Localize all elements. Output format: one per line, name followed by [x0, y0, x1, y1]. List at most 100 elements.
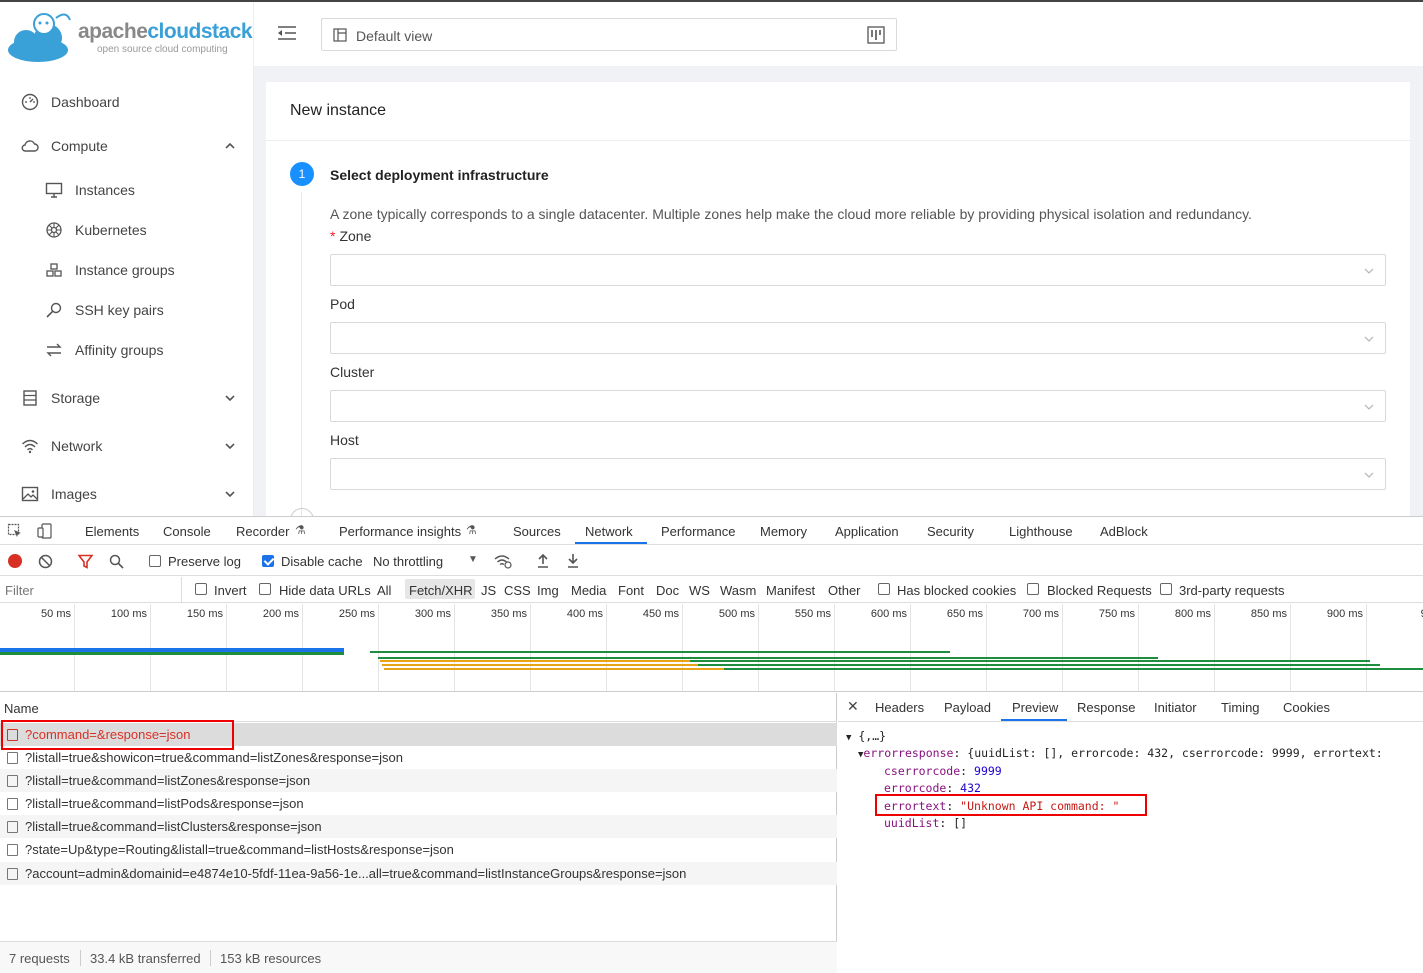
disable-cache-label: Disable cache [281, 554, 363, 569]
request-row[interactable]: ?listall=true&command=listClusters&respo… [0, 815, 837, 838]
zone-select[interactable] [330, 254, 1386, 286]
topbar: Default view [254, 2, 1423, 66]
timeline-bar [690, 660, 1370, 662]
tab-application[interactable]: Application [835, 524, 899, 539]
json-errorresponse[interactable]: ▼errorresponse: {uuidList: [], errorcode… [858, 746, 1383, 760]
json-root-text: {,…} [858, 729, 887, 743]
timeline-tick: 950 [1379, 608, 1423, 620]
brand-logo[interactable]: apachecloudstack open source cloud compu… [6, 8, 253, 64]
filter-input[interactable]: Filter [0, 577, 182, 602]
timeline-overview[interactable] [0, 624, 1423, 692]
invert-label: Invert [214, 583, 247, 598]
sidebar-item-label: Images [51, 486, 97, 502]
type-filter-manifest[interactable]: Manifest [766, 583, 815, 598]
sidebar-item-images[interactable]: Images [0, 474, 254, 514]
tab-initiator[interactable]: Initiator [1154, 700, 1197, 715]
type-filter-img[interactable]: Img [537, 583, 559, 598]
invert-checkbox[interactable] [195, 583, 207, 595]
tab-console[interactable]: Console [163, 524, 211, 539]
request-row[interactable]: ?listall=true&command=listPods&response=… [0, 792, 837, 815]
close-icon[interactable]: ✕ [847, 698, 859, 715]
view-selector[interactable]: Default view [321, 18, 897, 51]
sidebar-item-compute[interactable]: Compute [0, 126, 254, 166]
tab-elements[interactable]: Elements [85, 524, 139, 539]
request-row[interactable]: ?account=admin&domainid=e4874e10-5fdf-11… [0, 862, 837, 885]
sidebar-item-dashboard[interactable]: Dashboard [0, 82, 254, 122]
type-filter-media[interactable]: Media [571, 583, 606, 598]
export-har-icon[interactable] [566, 553, 580, 568]
sidebar-item-instance-groups[interactable]: Instance groups [0, 250, 254, 290]
sidebar-item-kubernetes[interactable]: Kubernetes [0, 210, 254, 250]
json-key: errorcode [884, 781, 947, 795]
cluster-select[interactable] [330, 390, 1386, 422]
tab-network[interactable]: Network [585, 524, 633, 539]
device-toolbar-icon[interactable] [37, 523, 53, 539]
tab-headers[interactable]: Headers [875, 700, 924, 715]
request-detail: ✕ Headers Payload Preview Response Initi… [838, 693, 1423, 973]
flask-icon: ⚗ [295, 523, 306, 537]
menu-fold-icon[interactable] [276, 24, 298, 42]
type-filter-wasm[interactable]: Wasm [720, 583, 756, 598]
sidebar-item-ssh-key-pairs[interactable]: SSH key pairs [0, 290, 254, 330]
tab-cookies[interactable]: Cookies [1283, 700, 1330, 715]
desktop-icon [45, 182, 63, 198]
record-icon[interactable] [8, 554, 22, 568]
sidebar-item-network[interactable]: Network [0, 426, 254, 466]
type-filter-css[interactable]: CSS [504, 583, 531, 598]
tab-sources[interactable]: Sources [513, 524, 561, 539]
throttling-select[interactable]: No throttling [373, 554, 443, 569]
has-blocked-cookies-label: Has blocked cookies [897, 583, 1017, 598]
tab-lighthouse[interactable]: Lighthouse [1009, 524, 1073, 539]
key-icon [46, 302, 62, 318]
type-filter-fetch-xhr[interactable]: Fetch/XHR [409, 583, 473, 598]
cluster-label: Cluster [330, 364, 375, 380]
preserve-log-checkbox[interactable] [149, 555, 161, 567]
type-filter-doc[interactable]: Doc [656, 583, 679, 598]
timeline-bar [0, 652, 344, 655]
devtools-panel: Elements Console Recorder ⚗ Performance … [0, 516, 1423, 973]
request-row[interactable]: ?listall=true&showicon=true&command=list… [0, 746, 837, 769]
json-root[interactable]: ▼ {,…} [846, 729, 886, 743]
tab-payload[interactable]: Payload [944, 700, 991, 715]
project-icon[interactable] [867, 26, 885, 44]
third-party-checkbox[interactable] [1160, 583, 1172, 595]
tab-memory[interactable]: Memory [760, 524, 807, 539]
pod-select[interactable] [330, 322, 1386, 354]
request-row[interactable]: ?listall=true&command=listZones&response… [0, 769, 837, 792]
sidebar-item-label: Network [51, 438, 103, 454]
type-filter-ws[interactable]: WS [689, 583, 710, 598]
import-har-icon[interactable] [536, 553, 550, 568]
tab-preview[interactable]: Preview [1012, 700, 1058, 715]
sidebar-item-storage[interactable]: Storage [0, 378, 254, 418]
type-filter-all[interactable]: All [377, 583, 391, 598]
sidebar-item-affinity-groups[interactable]: Affinity groups [0, 330, 254, 370]
disable-cache-checkbox[interactable] [262, 555, 274, 567]
sidebar-item-instances[interactable]: Instances [0, 170, 254, 210]
blocked-requests-checkbox[interactable] [1027, 583, 1039, 595]
tab-performance[interactable]: Performance [661, 524, 735, 539]
sidebar: apachecloudstack open source cloud compu… [0, 2, 254, 516]
clear-icon[interactable] [38, 554, 53, 569]
sidebar-item-label: Compute [51, 138, 108, 154]
tab-timing[interactable]: Timing [1221, 700, 1260, 715]
name-column-header[interactable]: Name [0, 693, 837, 722]
timeline-bar [384, 668, 724, 670]
inspect-icon[interactable] [7, 523, 23, 539]
tab-response[interactable]: Response [1077, 700, 1136, 715]
request-name: ?listall=true&command=listPods&response=… [25, 796, 304, 811]
network-conditions-icon[interactable] [494, 554, 512, 569]
has-blocked-cookies-checkbox[interactable] [878, 583, 890, 595]
type-filter-js[interactable]: JS [481, 583, 496, 598]
host-select[interactable] [330, 458, 1386, 490]
tab-adblock[interactable]: AdBlock [1100, 524, 1148, 539]
tab-security[interactable]: Security [927, 524, 974, 539]
search-icon[interactable] [109, 554, 124, 569]
filter-icon[interactable] [78, 554, 93, 569]
type-filter-font[interactable]: Font [618, 583, 644, 598]
tab-recorder[interactable]: Recorder [236, 524, 289, 539]
request-row[interactable]: ?state=Up&type=Routing&listall=true&comm… [0, 838, 837, 861]
tab-performance-insights[interactable]: Performance insights [339, 524, 461, 539]
request-name: ?state=Up&type=Routing&listall=true&comm… [25, 842, 454, 857]
type-filter-other[interactable]: Other [828, 583, 861, 598]
hide-data-urls-checkbox[interactable] [259, 583, 271, 595]
